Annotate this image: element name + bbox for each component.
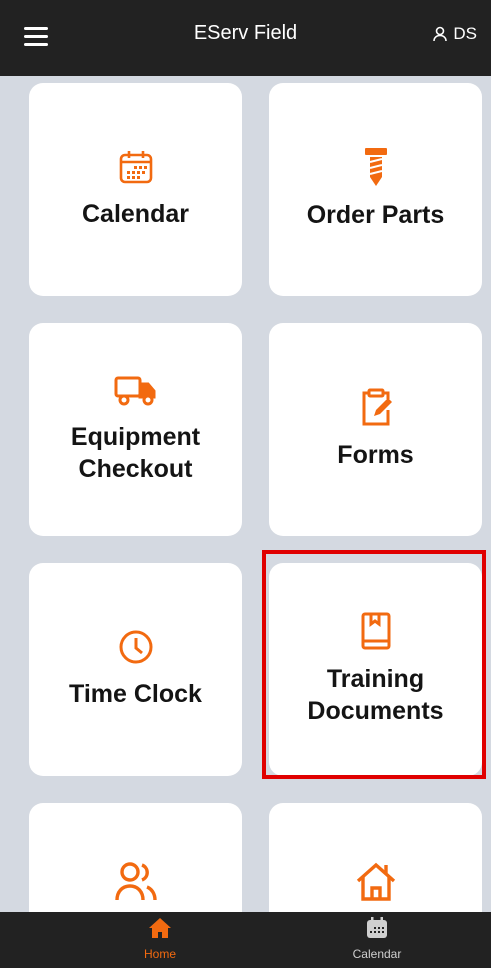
tile-equipment-checkout[interactable]: Equipment Checkout [29,323,242,536]
calendar-icon [367,917,387,938]
clipboard-edit-icon [362,388,392,426]
user-menu[interactable]: DS [433,24,477,44]
tile-label: Equipment Checkout [70,423,201,483]
book-icon [361,612,390,650]
bottom-nav: Home Calendar [0,912,491,968]
nav-label: Calendar [352,947,402,961]
tile-label: Forms [337,440,414,469]
home-icon [149,918,171,938]
app-title: EServ Field [193,22,298,44]
calendar-icon [119,150,152,184]
tile-order-parts[interactable]: Order Parts [269,83,482,296]
tile-forms[interactable]: Forms [269,323,482,536]
top-app-bar: EServ Field DS [0,0,491,76]
tile-training-documents[interactable]: Training Documents [269,563,482,776]
tile-label: Order Parts [306,200,445,229]
user-icon [433,26,448,42]
tile-home[interactable] [269,803,482,912]
user-initials: DS [453,24,477,43]
tile-label: Time Clock [69,679,202,708]
home-outline-icon [356,862,395,901]
tile-users[interactable] [29,803,242,912]
nav-home[interactable]: Home [100,916,220,961]
clock-icon [119,630,152,664]
tile-time-clock[interactable]: Time Clock [29,563,242,776]
tile-label: Calendar [82,199,189,228]
tile-label: Training Documents [307,665,444,725]
truck-icon [114,376,155,406]
screw-icon [364,147,387,186]
users-icon [114,862,157,901]
tile-calendar[interactable]: Calendar [29,83,242,296]
nav-label: Home [143,947,176,961]
home-tile-grid: Calendar Order Parts Equipment Checkout … [0,76,491,912]
nav-calendar[interactable]: Calendar [317,916,437,961]
